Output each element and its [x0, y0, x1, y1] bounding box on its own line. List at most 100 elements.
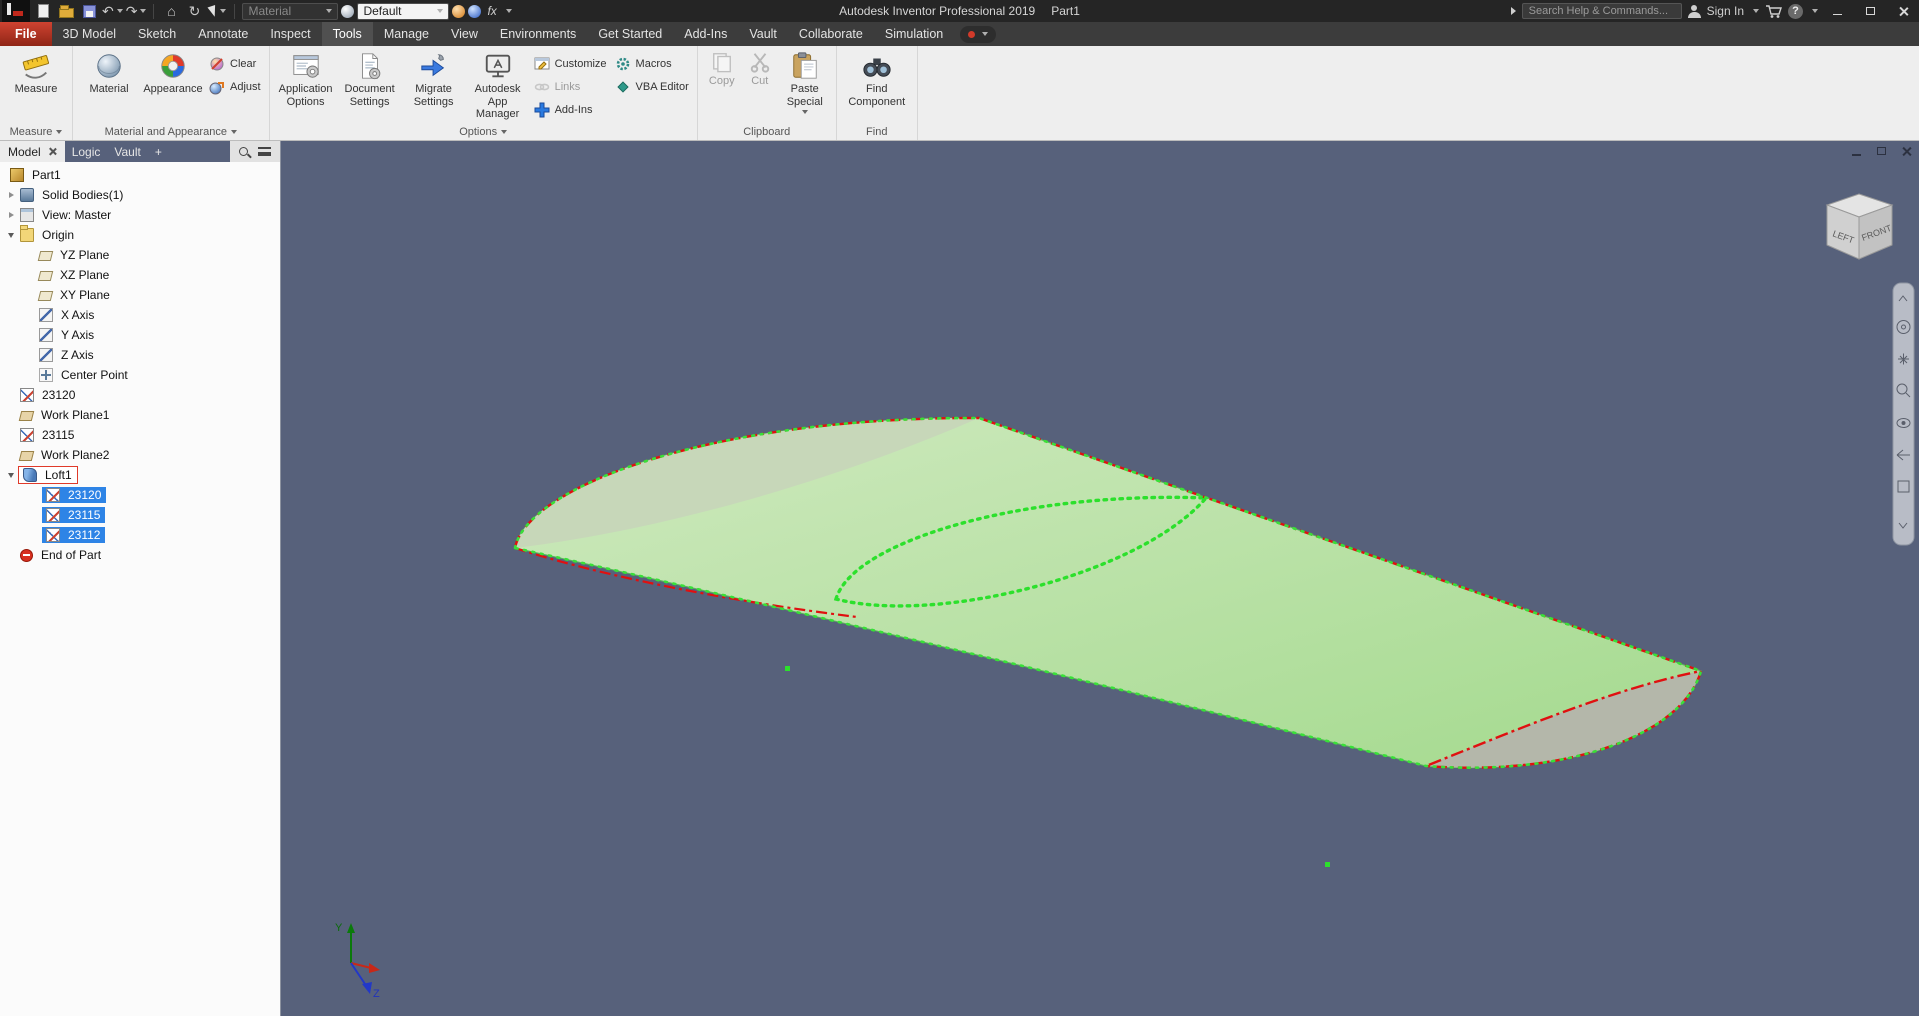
search-expand-icon[interactable] — [1510, 7, 1516, 15]
help-icon[interactable]: ? — [1788, 3, 1803, 19]
migrate-settings-button[interactable]: Migrate Settings — [403, 49, 465, 108]
browser-tab-logic[interactable]: Logic — [65, 141, 108, 162]
sign-in-caret-icon[interactable] — [1753, 9, 1759, 13]
home-button[interactable]: ⌂ — [161, 0, 181, 22]
tree-item-y-axis[interactable]: Y Axis — [0, 325, 280, 345]
tree-item-xy-plane[interactable]: XY Plane — [0, 285, 280, 305]
search-input[interactable] — [1521, 3, 1682, 19]
measure-button[interactable]: Measure — [5, 49, 67, 96]
tab-inspect[interactable]: Inspect — [259, 22, 321, 46]
find-component-button[interactable]: Find Component — [842, 49, 912, 108]
collapse-icon[interactable] — [6, 469, 18, 481]
undo-dropdown-icon[interactable] — [116, 9, 123, 13]
adjust-appearance-icon[interactable] — [452, 4, 466, 18]
browser-menu-icon[interactable] — [258, 147, 271, 156]
panel-measure-footer[interactable]: Measure — [0, 124, 72, 140]
tree-item-part1[interactable]: Part1 — [0, 165, 280, 185]
tree-item-z-axis[interactable]: Z Axis — [0, 345, 280, 365]
close-tab-icon[interactable] — [48, 147, 57, 156]
tree-item-xz-plane[interactable]: XZ Plane — [0, 265, 280, 285]
minimize-button[interactable] — [1824, 0, 1851, 22]
select-tool-button[interactable] — [207, 0, 227, 22]
undo-button[interactable]: ↶ — [102, 0, 123, 22]
maximize-button[interactable] — [1857, 0, 1884, 22]
macros-button[interactable]: Macros — [612, 54, 692, 73]
tab-manage[interactable]: Manage — [373, 22, 440, 46]
tab-add-ins[interactable]: Add-Ins — [673, 22, 738, 46]
qat-customize-caret-icon[interactable] — [505, 9, 512, 13]
vba-editor-button[interactable]: VBA Editor — [612, 77, 692, 96]
appearance-button[interactable]: Appearance — [142, 49, 204, 96]
panel-material-footer[interactable]: Material and Appearance — [73, 124, 269, 140]
tree-item-loft-sketch-23120[interactable]: 23120 — [0, 485, 280, 505]
paste-special-button[interactable]: Paste Special — [779, 49, 831, 115]
tree-item-loft1[interactable]: Loft1 — [0, 465, 280, 485]
tab-annotate[interactable]: Annotate — [187, 22, 259, 46]
browser-search-icon[interactable] — [239, 147, 248, 156]
parameters-fx-button[interactable]: fx — [484, 4, 499, 18]
tab-collaborate[interactable]: Collaborate — [788, 22, 874, 46]
appearance-override-icon[interactable] — [468, 4, 482, 18]
collapse-icon[interactable] — [6, 229, 18, 241]
screencast-recorder-button[interactable] — [960, 25, 997, 43]
tree-item-x-axis[interactable]: X Axis — [0, 305, 280, 325]
tree-item-view-master[interactable]: View: Master — [0, 205, 280, 225]
browser-tab-model[interactable]: Model — [0, 141, 65, 162]
tree-item-yz-plane[interactable]: YZ Plane — [0, 245, 280, 265]
tree-item-solid-bodies[interactable]: Solid Bodies(1) — [0, 185, 280, 205]
clear-button[interactable]: Clear — [206, 54, 264, 73]
sign-in-button[interactable]: Sign In — [1707, 4, 1744, 18]
material-sphere-icon[interactable] — [341, 4, 355, 18]
expand-icon[interactable] — [6, 189, 18, 201]
work-point[interactable] — [785, 666, 790, 671]
add-ins-button[interactable]: Add-Ins — [531, 100, 610, 119]
new-file-button[interactable] — [33, 0, 53, 22]
tree-item-work-plane1[interactable]: Work Plane1 — [0, 405, 280, 425]
doc-minimize-button[interactable] — [1850, 145, 1863, 157]
tab-file[interactable]: File — [0, 22, 52, 46]
browser-add-tab-button[interactable]: + — [148, 141, 169, 162]
tab-environments[interactable]: Environments — [489, 22, 587, 46]
tree-item-loft-sketch-23115[interactable]: 23115 — [0, 505, 280, 525]
open-button[interactable] — [56, 0, 76, 22]
panel-options-footer[interactable]: Options — [270, 124, 697, 140]
3d-viewport[interactable]: LEFT FRONT Y Z — [281, 141, 1919, 1016]
work-point[interactable] — [1325, 862, 1330, 867]
tree-item-center-point[interactable]: Center Point — [0, 365, 280, 385]
tab-sketch[interactable]: Sketch — [127, 22, 187, 46]
app-manager-button[interactable]: Autodesk App Manager — [467, 49, 529, 121]
inventor-logo-icon[interactable] — [2, 0, 30, 22]
adjust-button[interactable]: Adjust — [206, 77, 264, 96]
redo-button[interactable]: ↷ — [126, 0, 147, 22]
tab-view[interactable]: View — [440, 22, 489, 46]
viewport-canvas[interactable]: LEFT FRONT Y Z — [281, 141, 1919, 1016]
tree-item-sketch-23115[interactable]: 23115 — [0, 425, 280, 445]
tree-item-origin[interactable]: Origin — [0, 225, 280, 245]
appearance-combo[interactable]: Default — [357, 2, 450, 20]
update-button[interactable]: ↻ — [184, 0, 204, 22]
doc-restore-button[interactable] — [1875, 145, 1888, 157]
expand-icon[interactable] — [6, 209, 18, 221]
browser-tab-vault[interactable]: Vault — [107, 141, 147, 162]
store-cart-icon[interactable] — [1765, 4, 1782, 19]
application-options-button[interactable]: Application Options — [275, 49, 337, 108]
save-button[interactable] — [79, 0, 99, 22]
tree-item-end-of-part[interactable]: End of Part — [0, 545, 280, 565]
tab-tools[interactable]: Tools — [321, 22, 373, 46]
tab-vault[interactable]: Vault — [738, 22, 788, 46]
tab-get-started[interactable]: Get Started — [587, 22, 673, 46]
redo-dropdown-icon[interactable] — [140, 9, 147, 13]
doc-close-button[interactable] — [1900, 145, 1913, 157]
help-caret-icon[interactable] — [1812, 9, 1818, 13]
navigation-bar[interactable] — [1892, 282, 1915, 546]
view-cube[interactable]: LEFT FRONT — [1825, 193, 1894, 260]
customize-button[interactable]: Customize — [531, 54, 610, 73]
tree-item-work-plane2[interactable]: Work Plane2 — [0, 445, 280, 465]
close-button[interactable] — [1890, 0, 1917, 22]
tree-item-sketch-23120[interactable]: 23120 — [0, 385, 280, 405]
document-settings-button[interactable]: Document Settings — [339, 49, 401, 108]
tab-simulation[interactable]: Simulation — [874, 22, 954, 46]
material-button[interactable]: Material — [78, 49, 140, 96]
select-dropdown-icon[interactable] — [219, 9, 226, 13]
tree-item-loft-sketch-23112[interactable]: 23112 — [0, 525, 280, 545]
